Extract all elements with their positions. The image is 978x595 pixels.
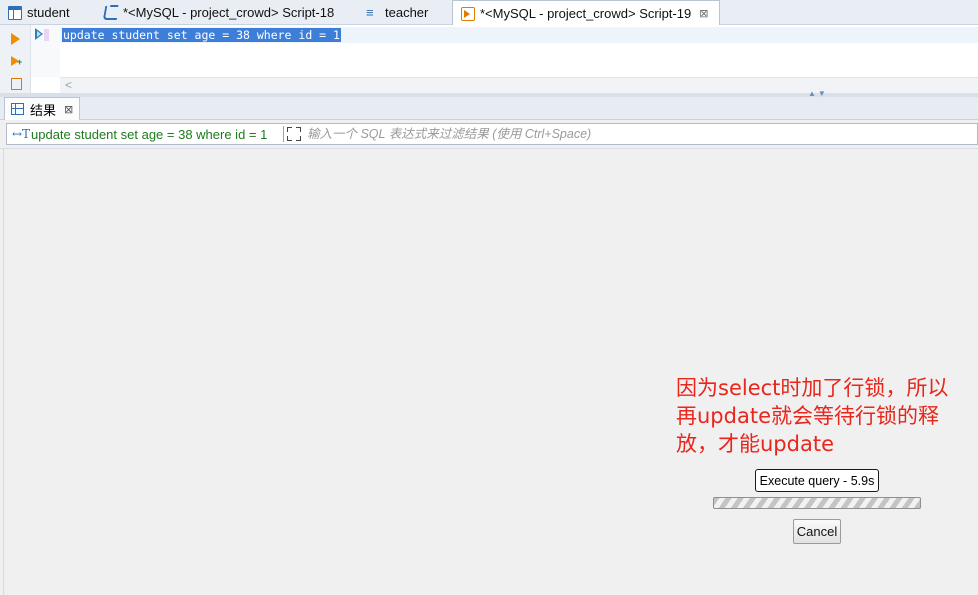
table-editor-icon: ≡ — [366, 4, 374, 20]
sql-script-icon — [102, 5, 120, 20]
tab-label: student — [27, 5, 70, 20]
tab-results[interactable]: 结果 ⊠ — [4, 97, 81, 120]
results-filter-bar: ↔T update student set age = 38 where id … — [6, 123, 978, 145]
results-tab-bar: 结果 ⊠ — [0, 97, 978, 120]
execute-script-icon[interactable] — [11, 78, 22, 90]
close-icon[interactable]: ⊠ — [699, 7, 708, 20]
table-icon — [8, 5, 22, 20]
sql-editor[interactable]: update student set age = 38 where id = 1… — [0, 25, 978, 93]
horizontal-scrollbar[interactable]: < — [60, 77, 978, 93]
sql-query-text[interactable]: update student set age = 38 where id = 1 — [62, 28, 341, 42]
editor-tab-bar: student *<MySQL - project_crowd> Script-… — [0, 0, 978, 26]
close-icon[interactable]: ⊠ — [64, 103, 73, 116]
tab-teacher[interactable]: ≡ teacher — [358, 0, 450, 25]
tab-script-19[interactable]: *<MySQL - project_crowd> Script-19 ⊠ — [452, 0, 720, 26]
executed-query-label: update student set age = 38 where id = 1 — [31, 127, 268, 142]
grid-icon — [11, 103, 24, 115]
annotation-line: 放，才能update — [676, 432, 834, 456]
sql-script-active-icon — [461, 6, 475, 21]
annotation-line: 因为select时加了行锁，所以 — [676, 376, 949, 400]
filter-input[interactable] — [307, 124, 967, 144]
tab-label: *<MySQL - project_crowd> Script-19 — [480, 6, 692, 21]
line-marker-column — [31, 25, 60, 77]
execution-status-label: Execute query - 5.9s — [755, 469, 879, 492]
current-statement-marker-icon — [35, 28, 43, 40]
divider — [283, 126, 284, 142]
sql-query-icon: ↔T — [12, 127, 31, 141]
tab-student[interactable]: student — [0, 0, 96, 25]
results-tab-label: 结果 — [30, 102, 57, 118]
query-progress-bar — [713, 497, 921, 509]
tab-label: *<MySQL - project_crowd> Script-18 — [123, 5, 335, 20]
scroll-left-icon[interactable]: < — [65, 78, 72, 92]
execute-in-new-tab-icon[interactable] — [11, 56, 22, 67]
execute-statement-icon[interactable] — [11, 33, 20, 45]
annotation-line: 再update就会等待行锁的释 — [676, 404, 939, 428]
annotation-text: 因为select时加了行锁，所以 再update就会等待行锁的释 放，才能upd… — [676, 374, 966, 458]
cancel-button[interactable]: Cancel — [793, 519, 841, 544]
tab-script-18[interactable]: *<MySQL - project_crowd> Script-18 — [96, 0, 358, 25]
editor-toolbar — [0, 25, 31, 93]
tab-label: teacher — [385, 5, 429, 20]
expand-icon[interactable] — [286, 126, 302, 142]
